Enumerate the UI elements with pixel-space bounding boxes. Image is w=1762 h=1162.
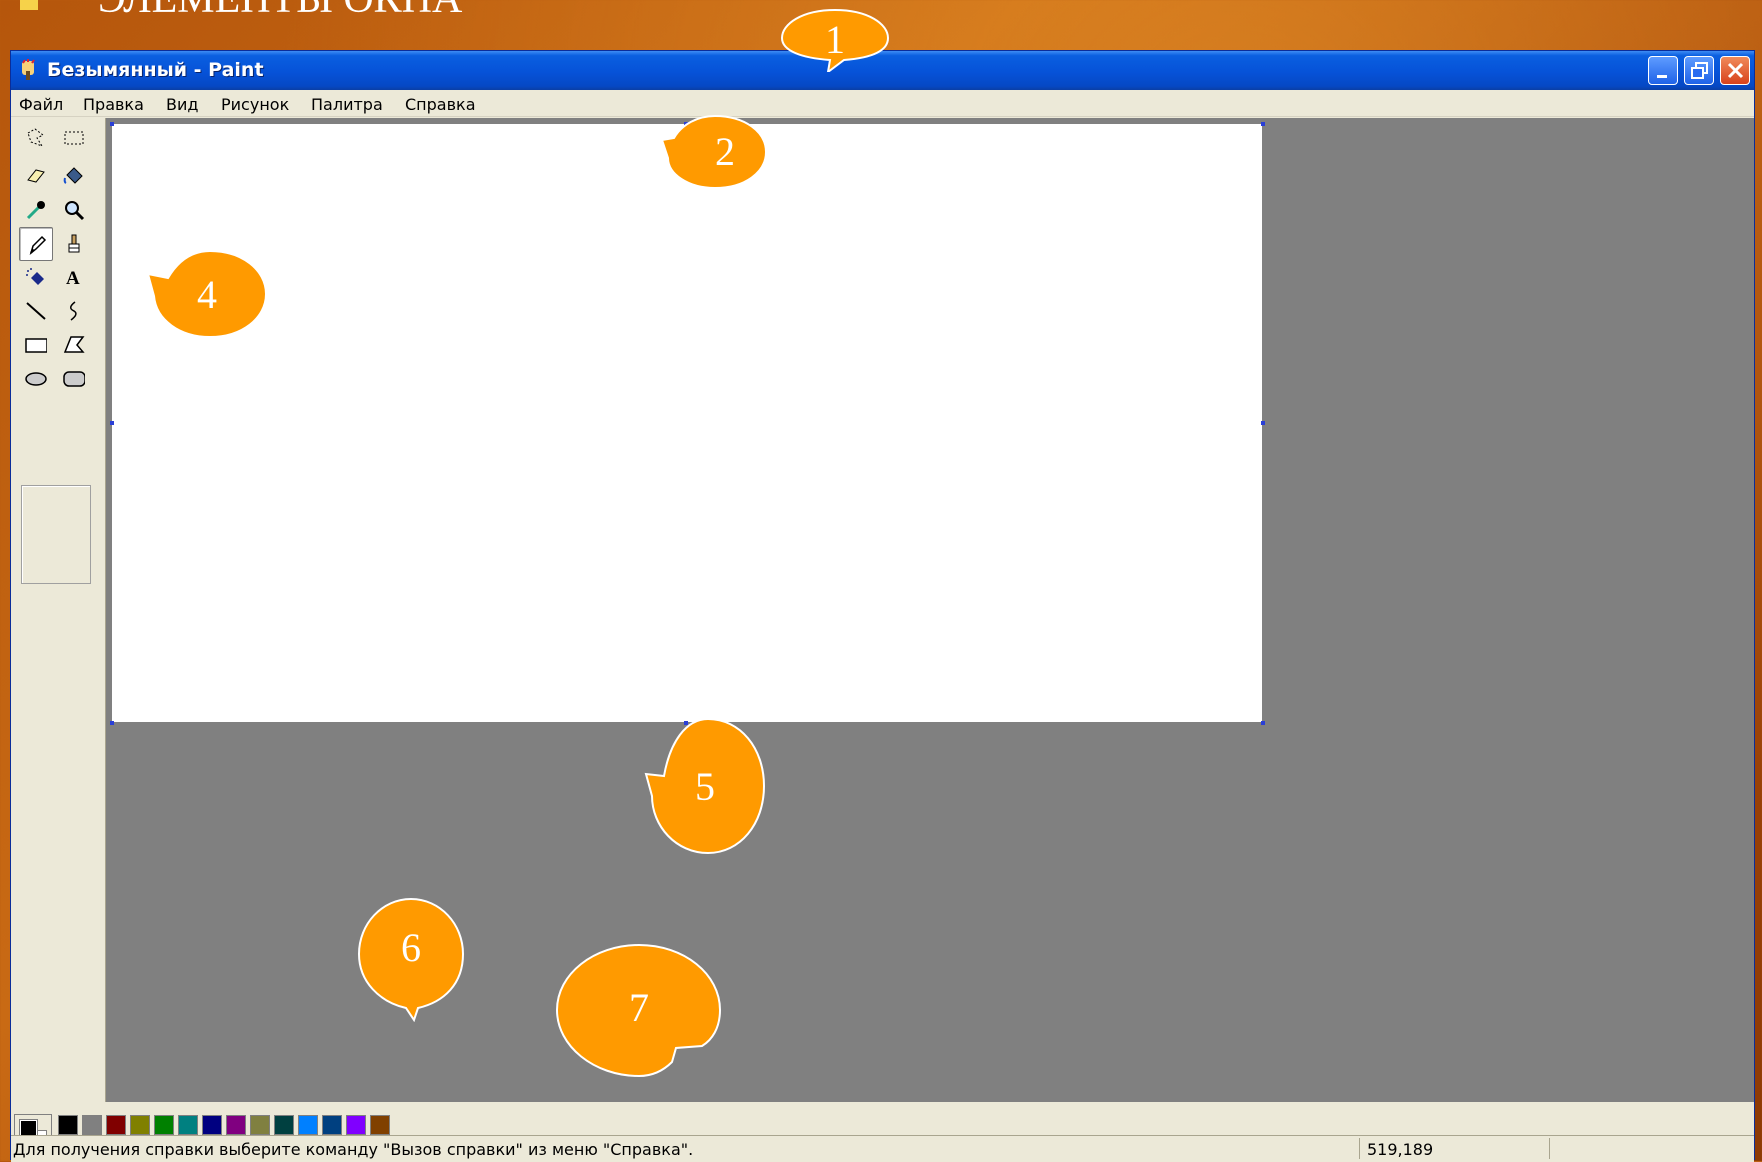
- menu-view[interactable]: Вид: [166, 95, 198, 114]
- color-swatch[interactable]: [250, 1115, 270, 1135]
- color-swatch[interactable]: [202, 1115, 222, 1135]
- tool-rectangle[interactable]: [19, 328, 53, 362]
- color-swatch[interactable]: [178, 1115, 198, 1135]
- menu-edit[interactable]: Правка: [83, 95, 144, 114]
- restore-icon: [1691, 62, 1708, 79]
- close-icon: [1727, 62, 1744, 79]
- magnifier-icon: [65, 201, 85, 221]
- callout-4: 4: [146, 248, 268, 340]
- rectangle-icon: [25, 338, 47, 353]
- color-picker-icon: [26, 201, 45, 220]
- resize-handle: [110, 421, 114, 425]
- line-icon: [26, 302, 46, 320]
- tool-brush[interactable]: [57, 227, 91, 261]
- callout-6: 6: [356, 896, 466, 1022]
- tool-text[interactable]: A: [57, 260, 91, 294]
- color-swatch[interactable]: [274, 1115, 294, 1135]
- color-swatch[interactable]: [370, 1115, 390, 1135]
- color-swatch[interactable]: [346, 1115, 366, 1135]
- fill-icon: [63, 167, 83, 184]
- tool-free-select[interactable]: [19, 121, 53, 155]
- tool-eraser[interactable]: [19, 158, 53, 192]
- menu-file[interactable]: Файл: [19, 95, 63, 114]
- tool-fill[interactable]: [57, 158, 91, 192]
- minimize-icon: [1657, 75, 1667, 78]
- text-icon: A: [66, 268, 80, 288]
- status-divider: [1549, 1138, 1550, 1159]
- curve-icon: [70, 301, 77, 321]
- canvas-workspace: [106, 118, 1754, 1102]
- status-bar: Для получения справки выберите команду "…: [11, 1135, 1754, 1160]
- slide-bullet: [20, 0, 38, 10]
- polygon-icon: [63, 336, 85, 353]
- color-swatch[interactable]: [298, 1115, 318, 1135]
- tool-ellipse[interactable]: [19, 362, 53, 396]
- menu-colors[interactable]: Палитра: [311, 95, 383, 114]
- resize-handle: [1261, 122, 1265, 126]
- color-swatch[interactable]: [58, 1115, 78, 1135]
- restore-button[interactable]: [1684, 56, 1714, 85]
- ellipse-icon: [25, 372, 47, 386]
- resize-handle: [110, 721, 114, 725]
- callout-5: 5: [644, 716, 766, 856]
- color-swatch[interactable]: [106, 1115, 126, 1135]
- color-swatch[interactable]: [154, 1115, 174, 1135]
- status-help-text: Для получения справки выберите команду "…: [13, 1140, 694, 1159]
- tool-pencil[interactable]: [19, 227, 53, 261]
- tool-polygon[interactable]: [57, 328, 91, 362]
- resize-handle-corner[interactable]: [1261, 721, 1265, 725]
- brush-icon: [68, 234, 80, 253]
- paint-window: Безымянный - Paint Файл Правка Вид Рисун…: [10, 50, 1755, 1162]
- tool-options-panel[interactable]: [21, 485, 91, 584]
- resize-handle-right[interactable]: [1261, 421, 1265, 425]
- menu-image[interactable]: Рисунок: [221, 95, 289, 114]
- rect-select-icon: [64, 131, 84, 145]
- toolbox: A: [11, 118, 106, 1102]
- tool-magnifier[interactable]: [57, 193, 91, 227]
- pencil-icon: [29, 235, 47, 256]
- color-swatch[interactable]: [130, 1115, 150, 1135]
- close-button[interactable]: [1720, 56, 1750, 85]
- minimize-button[interactable]: [1648, 56, 1678, 85]
- color-swatch[interactable]: [226, 1115, 246, 1135]
- callout-2: 2: [660, 112, 770, 190]
- cursor-coordinates: 519,189: [1367, 1140, 1434, 1159]
- eraser-icon: [27, 169, 45, 183]
- paint-app-icon[interactable]: [17, 59, 39, 81]
- tool-rect-select[interactable]: [57, 121, 91, 155]
- resize-handle: [110, 122, 114, 126]
- callout-7: 7: [554, 942, 724, 1080]
- free-select-icon: [27, 128, 44, 147]
- window-title: Безымянный - Paint: [47, 59, 264, 81]
- status-divider: [1359, 1138, 1360, 1159]
- tool-rounded-rect[interactable]: [57, 362, 91, 396]
- tool-airbrush[interactable]: [19, 260, 53, 294]
- tool-line[interactable]: [19, 294, 53, 328]
- callout-1: 1: [780, 6, 890, 72]
- slide-title: ЭЛЕМЕНТЫ ОКНА: [98, 0, 462, 20]
- rounded-rect-icon: [63, 371, 85, 387]
- drawing-canvas[interactable]: [112, 124, 1262, 722]
- menu-bar: Файл Правка Вид Рисунок Палитра Справка: [11, 90, 1754, 117]
- menu-help[interactable]: Справка: [405, 95, 476, 114]
- tool-color-picker[interactable]: [19, 193, 53, 227]
- svg-text:A: A: [66, 268, 80, 288]
- airbrush-icon: [26, 268, 44, 285]
- tool-curve[interactable]: [57, 294, 91, 328]
- color-swatch[interactable]: [82, 1115, 102, 1135]
- color-swatch[interactable]: [322, 1115, 342, 1135]
